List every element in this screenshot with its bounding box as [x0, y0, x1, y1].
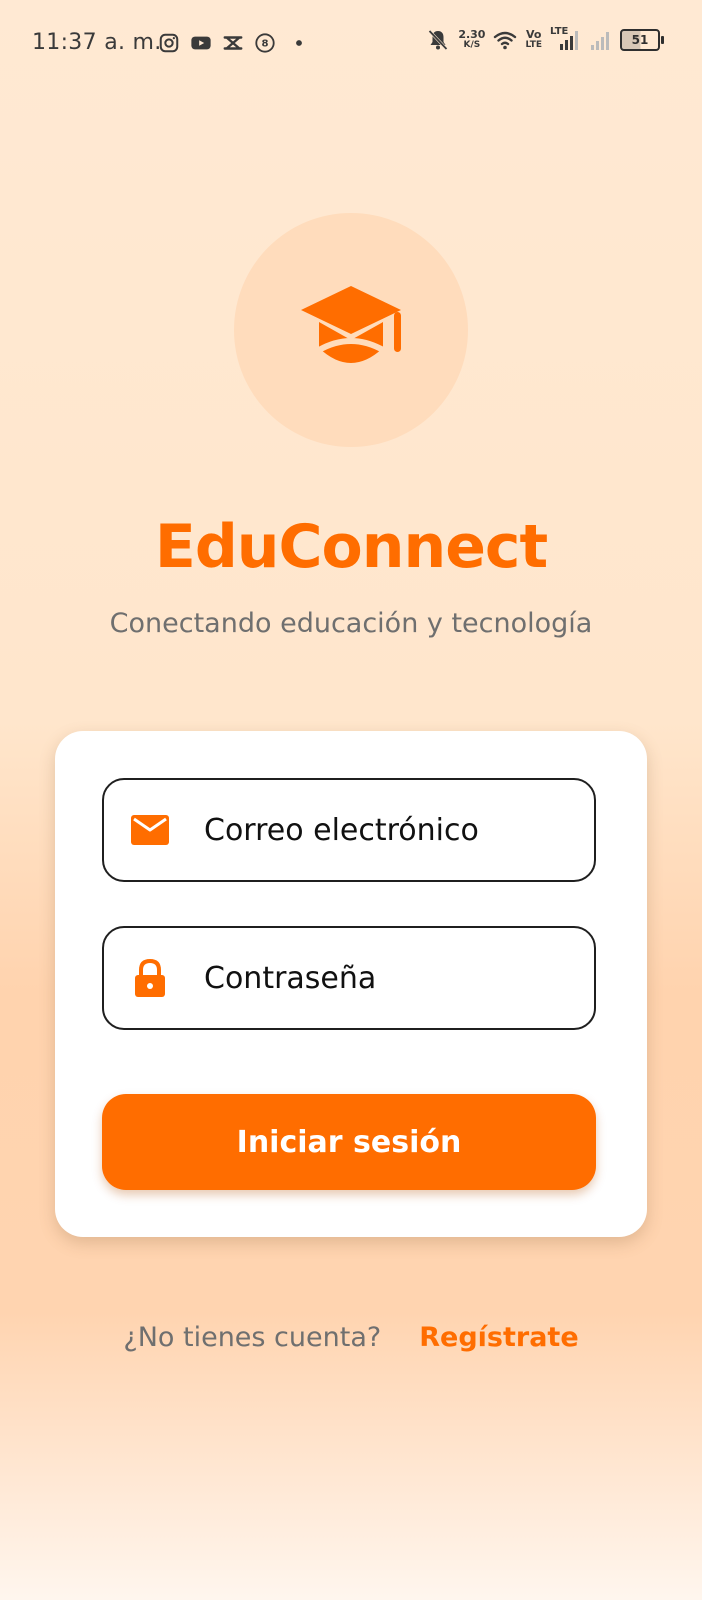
system-status-icons: 2.30 K/S Vo LTE LTE 51	[426, 26, 664, 52]
app-title: EduConnect	[154, 512, 548, 582]
logo-badge	[234, 213, 468, 447]
battery-icon: 51	[620, 29, 664, 51]
lte-signal: LTE	[550, 26, 580, 52]
volte-bottom-label: LTE	[525, 40, 542, 50]
dot-icon	[296, 40, 302, 46]
email-field[interactable]	[102, 778, 596, 882]
signal-weak-icon	[591, 32, 609, 50]
graduation-cap-icon	[301, 286, 401, 363]
mail-icon	[130, 810, 170, 850]
youtube-icon	[191, 36, 211, 50]
capcut-icon	[223, 36, 243, 50]
volte-top-label: Vo	[525, 28, 542, 41]
svg-text:8: 8	[261, 39, 268, 50]
circle-8-icon: 8	[255, 33, 275, 53]
app-tagline: Conectando educación y tecnología	[109, 608, 593, 639]
instagram-icon	[159, 33, 179, 53]
status-time: 11:37 a. m.	[32, 30, 162, 55]
status-bar: 11:37 a. m. 8 2.30 K/S Vo LTE LTE 51	[0, 0, 702, 90]
network-speed-value: 2.30	[458, 28, 486, 41]
password-field[interactable]	[102, 926, 596, 1030]
lock-icon	[130, 958, 170, 998]
network-speed: 2.30 K/S	[458, 29, 485, 51]
email-input[interactable]	[204, 812, 594, 848]
signup-row: ¿No tienes cuenta? Regístrate	[0, 1322, 702, 1353]
volte-indicator: Vo LTE	[525, 29, 542, 51]
signup-question: ¿No tienes cuenta?	[123, 1322, 382, 1353]
signal-icon	[560, 31, 578, 50]
signup-link[interactable]: Regístrate	[419, 1322, 578, 1353]
password-input[interactable]	[204, 960, 594, 996]
wifi-icon	[494, 31, 517, 50]
notification-icons: 8	[158, 32, 306, 54]
bell-muted-icon	[428, 29, 448, 51]
battery-level: 51	[631, 33, 649, 47]
login-card: Iniciar sesión	[55, 731, 647, 1237]
network-speed-unit: K/S	[463, 40, 481, 50]
login-button[interactable]: Iniciar sesión	[102, 1094, 596, 1190]
